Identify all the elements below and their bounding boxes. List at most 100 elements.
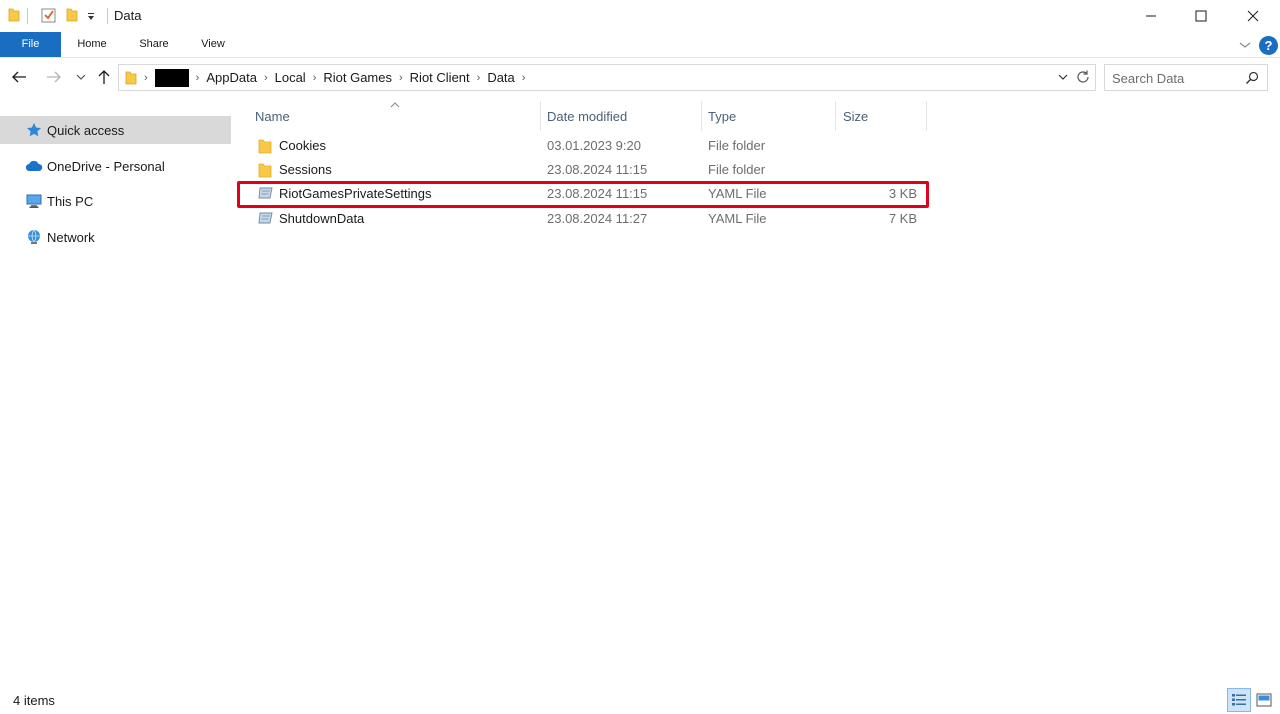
search-box[interactable]: Search Data — [1104, 64, 1268, 91]
title-bar: Data — [0, 0, 1280, 32]
file-name: ShutdownData — [279, 211, 365, 226]
item-count: 4 items — [13, 693, 55, 708]
minimize-button[interactable] — [1128, 0, 1174, 32]
folder-icon[interactable] — [8, 8, 20, 25]
sidebar-item-label: Network — [47, 229, 95, 245]
arrow-up-icon — [98, 70, 110, 84]
cloud-icon — [25, 157, 43, 175]
highlight-box — [237, 181, 929, 208]
crumb-local[interactable]: Local — [275, 70, 306, 85]
close-button[interactable] — [1230, 0, 1276, 32]
title-divider — [107, 8, 108, 24]
chevron-down-icon — [76, 74, 86, 80]
tab-file[interactable]: File — [0, 32, 61, 57]
help-button[interactable]: ? — [1259, 36, 1278, 55]
forward-button[interactable] — [43, 66, 65, 88]
yaml-file-icon — [258, 211, 274, 228]
back-button[interactable] — [8, 66, 30, 88]
star-icon — [25, 121, 43, 139]
file-type: File folder — [708, 162, 766, 177]
search-placeholder[interactable]: Search Data — [1112, 71, 1184, 86]
recent-locations-button[interactable] — [70, 66, 92, 88]
redacted-user-folder[interactable] — [154, 68, 189, 87]
refresh-icon — [1077, 70, 1089, 83]
sidebar-item-this-pc[interactable]: This PC — [0, 187, 231, 215]
details-view-icon — [1232, 694, 1246, 706]
chevron-right-icon[interactable]: › — [522, 72, 526, 84]
crumb-data[interactable]: Data — [487, 70, 514, 85]
file-size — [836, 158, 917, 182]
chevron-right-icon[interactable]: › — [196, 72, 200, 84]
file-row-riotgamesprivatesettings[interactable]: RiotGamesPrivateSettings 23.08.2024 11:1… — [237, 181, 940, 208]
chevron-right-icon[interactable]: › — [264, 72, 268, 84]
crumb-appdata[interactable]: AppData — [206, 70, 257, 85]
tab-share[interactable]: Share — [132, 32, 176, 57]
column-divider[interactable] — [926, 101, 927, 131]
window-title: Data — [114, 8, 142, 23]
column-divider[interactable] — [701, 101, 702, 131]
column-header-date[interactable]: Date modified — [547, 101, 697, 133]
navigation-bar: › › AppData › Local › Riot Games › Riot … — [0, 62, 1280, 92]
file-row-shutdowndata[interactable]: ShutdownData 23.08.2024 11:27 YAML File … — [240, 207, 940, 231]
chevron-right-icon[interactable]: › — [477, 72, 481, 84]
address-history-dropdown[interactable] — [1057, 70, 1069, 87]
search-icon[interactable] — [1245, 71, 1259, 88]
minimize-icon — [1146, 15, 1156, 17]
column-header-type[interactable]: Type — [708, 101, 828, 133]
close-icon — [1247, 10, 1259, 22]
crumb-riot-games[interactable]: Riot Games — [323, 70, 392, 85]
details-view-button[interactable] — [1227, 688, 1251, 712]
new-folder-icon[interactable] — [66, 8, 78, 25]
sidebar-item-label: This PC — [47, 193, 94, 209]
chevron-right-icon[interactable]: › — [399, 72, 403, 84]
file-size: 7 KB — [888, 211, 917, 226]
column-divider[interactable] — [540, 101, 541, 131]
maximize-icon — [1195, 10, 1207, 22]
large-icons-view-icon — [1256, 693, 1272, 707]
ribbon: File Home Share View ? — [0, 32, 1280, 58]
sidebar-item-onedrive[interactable]: OneDrive - Personal — [0, 152, 231, 180]
sidebar-item-label: OneDrive - Personal — [47, 158, 165, 174]
large-icons-view-button[interactable] — [1252, 688, 1276, 712]
file-date: 23.08.2024 11:27 — [547, 211, 648, 226]
arrow-left-icon — [12, 71, 26, 83]
file-type: File folder — [708, 138, 766, 153]
column-header-name[interactable]: Name — [255, 101, 538, 133]
toolbar-divider — [27, 8, 28, 24]
tab-home[interactable]: Home — [70, 32, 114, 57]
folder-icon — [258, 162, 272, 181]
customize-toolbar-icon[interactable] — [87, 10, 95, 25]
expand-ribbon-icon[interactable] — [1238, 38, 1252, 53]
file-row-sessions[interactable]: Sessions 23.08.2024 11:15 File folder — [240, 158, 940, 182]
file-name: Sessions — [279, 162, 332, 177]
column-header-size[interactable]: Size — [843, 101, 923, 133]
breadcrumb: › › AppData › Local › Riot Games › Riot … — [123, 65, 532, 90]
status-bar: 4 items — [0, 686, 1280, 714]
network-icon — [25, 228, 43, 246]
chevron-right-icon[interactable]: › — [144, 72, 148, 84]
file-type: YAML File — [708, 211, 767, 226]
crumb-riot-client[interactable]: Riot Client — [410, 70, 470, 85]
arrow-right-icon — [47, 71, 61, 83]
maximize-button[interactable] — [1178, 0, 1224, 32]
file-date: 03.01.2023 9:20 — [547, 138, 641, 153]
folder-icon — [125, 71, 137, 85]
chevron-down-icon — [1058, 74, 1068, 80]
file-date: 23.08.2024 11:15 — [547, 162, 648, 177]
computer-icon — [25, 192, 43, 210]
sidebar-item-label: Quick access — [47, 122, 125, 138]
chevron-right-icon[interactable]: › — [313, 72, 317, 84]
column-divider[interactable] — [835, 101, 836, 131]
folder-icon — [258, 138, 272, 157]
properties-icon[interactable] — [41, 8, 56, 26]
up-button[interactable] — [93, 66, 115, 88]
refresh-button[interactable] — [1075, 69, 1091, 88]
navigation-pane: Quick access OneDrive - Personal This PC… — [0, 96, 236, 676]
file-name: Cookies — [279, 138, 326, 153]
tab-view[interactable]: View — [193, 32, 233, 57]
sidebar-item-network[interactable]: Network — [0, 223, 231, 251]
address-bar[interactable]: › › AppData › Local › Riot Games › Riot … — [118, 64, 1096, 91]
sidebar-item-quick-access[interactable]: Quick access — [0, 116, 231, 144]
file-size — [836, 134, 917, 158]
file-row-cookies[interactable]: Cookies 03.01.2023 9:20 File folder — [240, 134, 940, 158]
